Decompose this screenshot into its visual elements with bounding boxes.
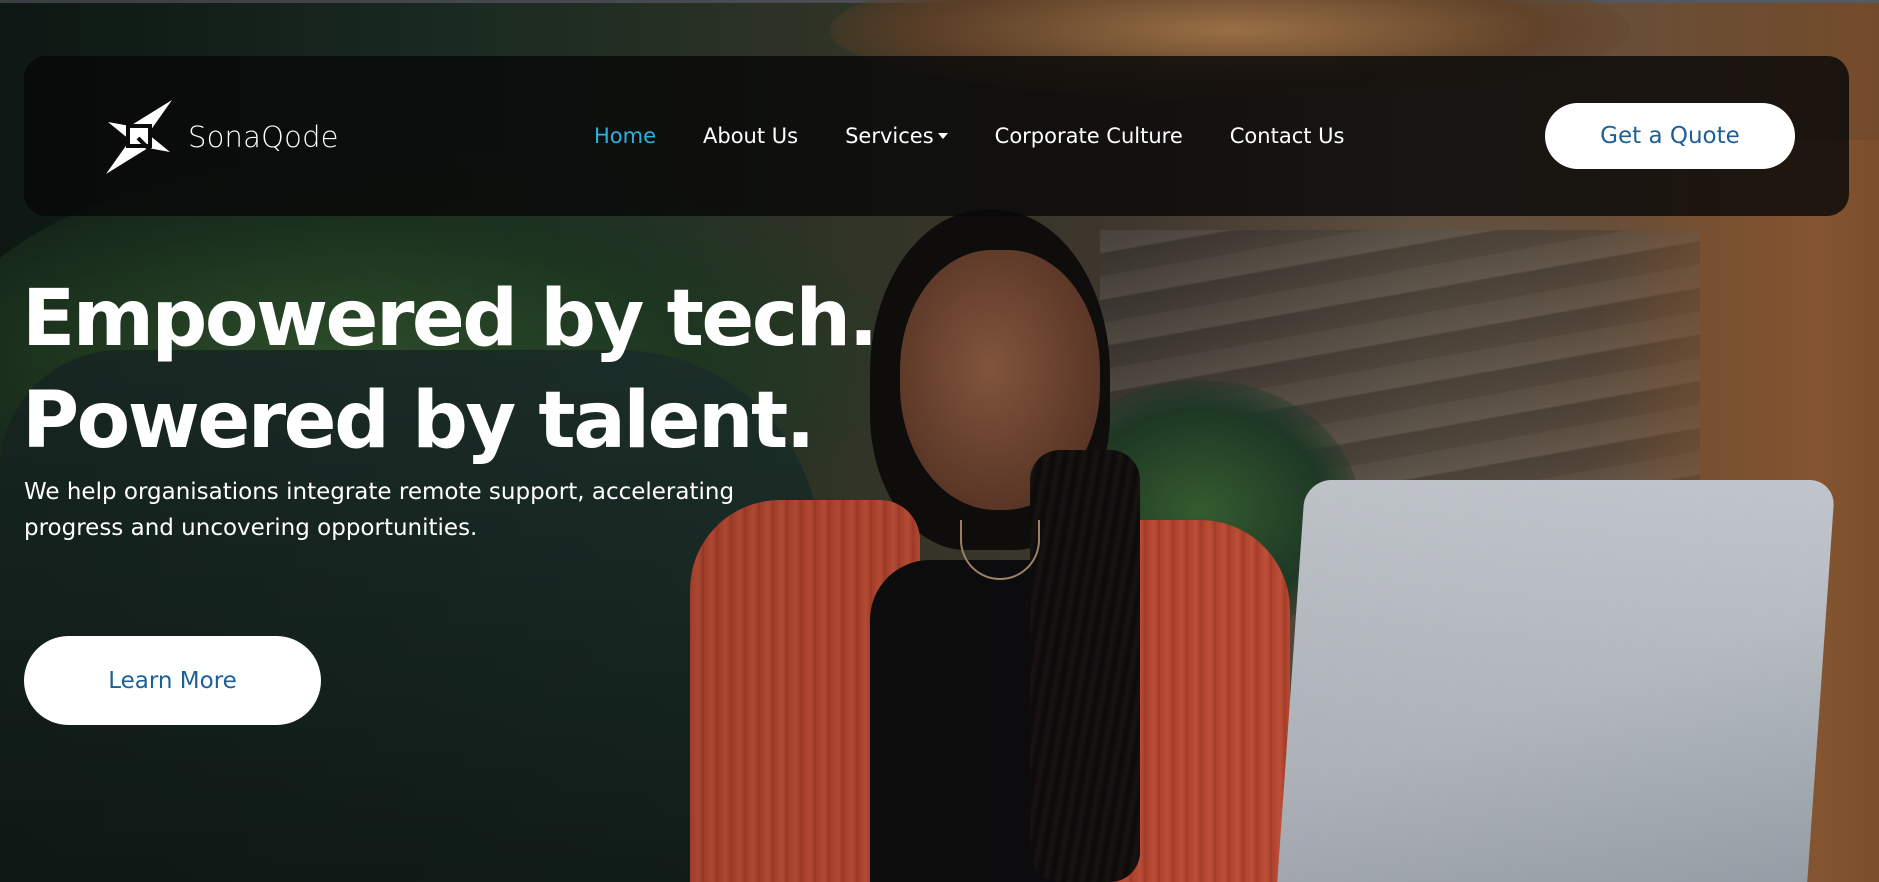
brand-name: SonaQode xyxy=(188,120,339,154)
nav-item-about-us[interactable]: About Us xyxy=(703,124,798,148)
caret-down-icon xyxy=(937,132,948,139)
nav-item-home[interactable]: Home xyxy=(594,124,656,148)
nav-item-services[interactable]: Services xyxy=(845,124,948,148)
get-a-quote-button[interactable]: Get a Quote xyxy=(1545,103,1795,169)
hero-subtext: We help organisations integrate remote s… xyxy=(24,474,844,546)
hero-subtext-line-1: We help organisations integrate remote s… xyxy=(24,479,735,505)
navbar: SonaQode Home About Us Services Corporat… xyxy=(24,56,1849,216)
learn-more-button[interactable]: Learn More xyxy=(24,636,321,725)
hero-headline-line-1: Empowered by tech. xyxy=(22,274,878,364)
lightning-q-logo-icon xyxy=(106,100,172,174)
main-nav: Home About Us Services Corporate Culture… xyxy=(594,56,1391,216)
hero-headline-line-2: Powered by talent. xyxy=(22,376,815,466)
nav-item-corporate-culture[interactable]: Corporate Culture xyxy=(995,124,1183,148)
brand-link[interactable]: SonaQode xyxy=(100,100,339,174)
hero-subtext-line-2: progress and uncovering opportunities. xyxy=(24,515,478,541)
hero-headline: Empowered by tech. Powered by talent. xyxy=(22,268,878,472)
nav-item-services-label: Services xyxy=(845,124,934,148)
nav-item-contact-us[interactable]: Contact Us xyxy=(1230,124,1345,148)
